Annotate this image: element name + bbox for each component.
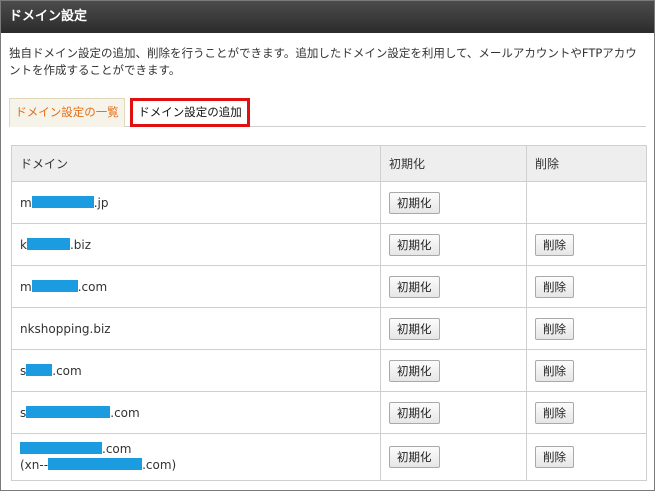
- table-row: m .jp 初期化: [11, 181, 647, 224]
- init-cell: 初期化: [380, 349, 527, 392]
- table-row: m .com 初期化 削除: [11, 265, 647, 308]
- tab-add-domain[interactable]: ドメイン設定の追加: [130, 98, 250, 127]
- header-domain: ドメイン: [11, 145, 381, 182]
- init-button[interactable]: 初期化: [389, 446, 440, 468]
- delete-button[interactable]: 削除: [535, 233, 574, 256]
- domain-prefix: m: [20, 279, 32, 294]
- domain-suffix: .com: [110, 405, 140, 420]
- init-cell: 初期化: [380, 391, 527, 434]
- delete-cell: 削除: [526, 307, 647, 350]
- header-delete: 削除: [526, 145, 647, 182]
- domain-prefix: m: [20, 195, 32, 210]
- domain-cell: nkshopping.biz: [11, 307, 381, 350]
- domain-cell: .com (xn-- .com): [11, 433, 381, 481]
- panel-description: 独自ドメイン設定の追加、削除を行うことができます。追加したドメイン設定を利用して…: [9, 46, 637, 77]
- punycode-suffix: .com): [142, 458, 177, 472]
- init-button[interactable]: 初期化: [389, 233, 440, 256]
- header-init: 初期化: [380, 145, 527, 182]
- table-row: .com (xn-- .com) 初期化 削除: [11, 433, 647, 481]
- tab-bar: ドメイン設定の一覧 ドメイン設定の追加: [9, 98, 646, 128]
- delete-cell: [526, 181, 647, 224]
- init-button[interactable]: 初期化: [389, 275, 440, 298]
- domain-cell: k .biz: [11, 223, 381, 266]
- init-cell: 初期化: [380, 181, 527, 224]
- delete-button[interactable]: 削除: [535, 359, 574, 382]
- domain-cell: m .jp: [11, 181, 381, 224]
- delete-cell: 削除: [526, 265, 647, 308]
- delete-cell: 削除: [526, 433, 647, 481]
- init-button[interactable]: 初期化: [389, 359, 440, 382]
- delete-cell: 削除: [526, 349, 647, 392]
- table-row: k .biz 初期化 削除: [11, 223, 647, 266]
- domain-prefix: k: [20, 237, 27, 252]
- delete-button[interactable]: 削除: [535, 446, 574, 468]
- init-button[interactable]: 初期化: [389, 401, 440, 424]
- delete-cell: 削除: [526, 391, 647, 434]
- punycode-prefix: (xn--: [20, 458, 49, 472]
- domain-cell: m .com: [11, 265, 381, 308]
- panel-title: ドメイン設定: [1, 1, 654, 33]
- init-cell: 初期化: [380, 307, 527, 350]
- redacted-block: [48, 458, 143, 470]
- domain-table: ドメイン 初期化 削除 m .jp 初期化 k .biz 初期化 削除 m .com …: [11, 145, 647, 481]
- domain-name: nkshopping.biz: [20, 321, 111, 336]
- redacted-block: [26, 237, 70, 250]
- table-header-row: ドメイン 初期化 削除: [11, 145, 647, 182]
- domain-suffix: .com: [77, 279, 108, 294]
- redacted-block: [20, 442, 102, 454]
- delete-button[interactable]: 削除: [535, 401, 574, 424]
- redacted-block: [26, 405, 111, 418]
- tab-domain-list[interactable]: ドメイン設定の一覧: [9, 98, 125, 127]
- domain-line-1: .com: [20, 442, 131, 456]
- domain-suffix: .jp: [93, 195, 109, 210]
- domain-cell: s .com: [11, 349, 381, 392]
- delete-cell: 削除: [526, 223, 647, 266]
- domain-settings-panel: ドメイン設定 独自ドメイン設定の追加、削除を行うことができます。追加したドメイン…: [0, 0, 655, 491]
- table-row: s .com 初期化 削除: [11, 349, 647, 392]
- delete-button[interactable]: 削除: [535, 317, 574, 340]
- init-button[interactable]: 初期化: [389, 317, 440, 340]
- redacted-block: [26, 363, 53, 376]
- init-button[interactable]: 初期化: [389, 191, 440, 214]
- domain-line-2: (xn-- .com): [20, 458, 380, 472]
- domain-suffix: .com: [102, 442, 132, 456]
- init-cell: 初期化: [380, 265, 527, 308]
- init-cell: 初期化: [380, 223, 527, 266]
- domain-suffix: .biz: [69, 237, 92, 252]
- redacted-block: [31, 279, 78, 292]
- init-cell: 初期化: [380, 433, 527, 481]
- domain-suffix: .com: [52, 363, 82, 378]
- delete-button[interactable]: 削除: [535, 275, 574, 298]
- table-row: s .com 初期化 削除: [11, 391, 647, 434]
- table-row: nkshopping.biz 初期化 削除: [11, 307, 647, 350]
- redacted-block: [31, 195, 94, 208]
- domain-cell: s .com: [11, 391, 381, 434]
